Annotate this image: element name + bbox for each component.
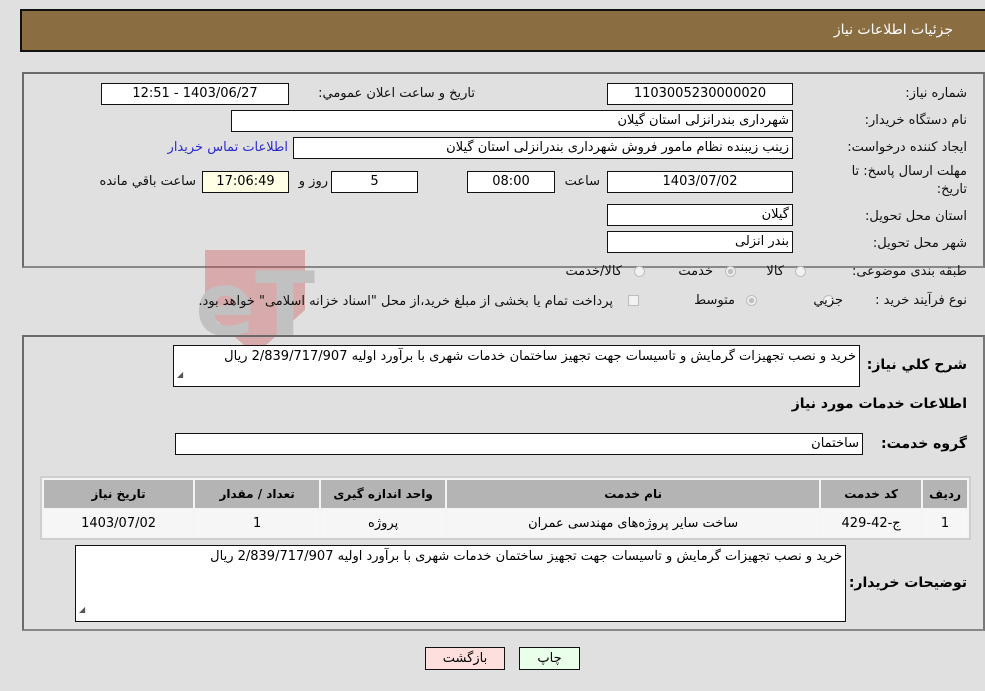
cell-row-number: 1: [923, 510, 967, 536]
services-table-wrap: ردیف کد خدمت نام خدمت واحد اندازه گیری ت…: [38, 476, 971, 540]
deadline-label-line1: مهلت ارسال پاسخ: تا: [851, 164, 967, 179]
col-service-code: کد خدمت: [821, 480, 922, 508]
page-header: جزئیات اطلاعات نیاز: [20, 9, 985, 52]
category-option-service: خدمت: [678, 264, 713, 279]
cell-quantity: 1: [195, 510, 320, 536]
buyer-org-label: نام دستگاه خریدار:: [864, 113, 967, 128]
purchase-type-option-medium: متوسط: [694, 293, 735, 308]
print-button[interactable]: چاپ: [519, 647, 580, 670]
category-label: طبقه بندی موضوعی:: [851, 264, 967, 279]
delivery-province-field: گیلان: [607, 204, 793, 226]
announce-datetime-field: 1403/06/27 - 12:51: [101, 83, 289, 105]
table-header-row: ردیف کد خدمت نام خدمت واحد اندازه گیری ت…: [44, 480, 967, 508]
deadline-time-field: 08:00: [467, 171, 555, 193]
service-group-label: گروه خدمت:: [881, 436, 967, 452]
purchase-type-radio-medium[interactable]: [746, 295, 757, 306]
service-group-field: ساختمان: [175, 433, 863, 455]
buyer-notes-textarea[interactable]: خرید و نصب تجهیزات گرمایش و تاسیسات جهت …: [75, 545, 846, 622]
col-service-name: نام خدمت: [447, 480, 820, 508]
back-button[interactable]: بازگشت: [425, 647, 505, 670]
remaining-time-field: 17:06:49: [202, 171, 289, 193]
announce-datetime-label: تاریخ و ساعت اعلان عمومي:: [318, 86, 475, 101]
col-unit: واحد اندازه گیری: [321, 480, 446, 508]
remaining-days-label: روز و: [298, 174, 328, 189]
resize-grip-icon[interactable]: ◢: [79, 601, 85, 619]
requester-field: زینب زیبنده نظام مامور فروش شهرداری بندر…: [293, 137, 793, 159]
summary-text: خرید و نصب تجهیزات گرمایش و تاسیسات جهت …: [224, 349, 856, 364]
resize-grip-icon[interactable]: ◢: [177, 366, 183, 384]
buyer-notes-label: توضیحات خریدار:: [848, 575, 967, 591]
cell-service-name: ساخت سایر پروژه‌های مهندسی عمران: [447, 510, 820, 536]
summary-label: شرح کلي نیاز:: [866, 357, 967, 373]
col-row-number: ردیف: [923, 480, 967, 508]
treasury-checkbox[interactable]: [628, 295, 639, 306]
need-number-label: شماره نیاز:: [905, 86, 967, 101]
deadline-time-label: ساعت: [564, 174, 600, 189]
category-option-goods-service: کالا/خدمت: [565, 264, 622, 279]
need-number-field: 1103005230000020: [607, 83, 793, 105]
deadline-label-line2: تاریخ:: [936, 182, 967, 197]
category-option-goods: کالا: [766, 264, 784, 279]
services-table: ردیف کد خدمت نام خدمت واحد اندازه گیری ت…: [40, 476, 971, 540]
category-radio-goods-service[interactable]: [634, 266, 645, 277]
remaining-days-field: 5: [331, 171, 418, 193]
buyer-contact-link[interactable]: اطلاعات تماس خریدار: [168, 140, 288, 155]
buyer-notes-text: خرید و نصب تجهیزات گرمایش و تاسیسات جهت …: [210, 549, 842, 564]
col-quantity: تعداد / مقدار: [195, 480, 320, 508]
buyer-org-field: شهرداری بندرانزلی استان گیلان: [231, 110, 793, 132]
page-title: جزئیات اطلاعات نیاز: [833, 22, 953, 38]
purchase-type-label: نوع فرآیند خرید :: [875, 293, 967, 308]
delivery-province-label: استان محل تحویل:: [865, 209, 967, 224]
cell-unit: پروژه: [321, 510, 446, 536]
col-need-date: تاریخ نیاز: [44, 480, 194, 508]
delivery-city-label: شهر محل تحویل:: [872, 236, 967, 251]
cell-need-date: 1403/07/02: [44, 510, 194, 536]
category-radio-goods[interactable]: [795, 266, 806, 277]
remaining-time-label: ساعت باقي مانده: [99, 174, 196, 189]
cell-service-code: ج-42-429: [821, 510, 922, 536]
delivery-city-field: بندر انزلی: [607, 231, 793, 253]
treasury-checkbox-label: پرداخت تمام یا بخشی از مبلغ خرید،از محل …: [198, 294, 613, 309]
purchase-type-option-minor: جزيي: [813, 293, 843, 308]
category-radio-service[interactable]: [725, 266, 736, 277]
table-row: 1 ج-42-429 ساخت سایر پروژه‌های مهندسی عم…: [44, 510, 967, 536]
requester-label: ایجاد کننده درخواست:: [847, 140, 967, 155]
summary-textarea[interactable]: خرید و نصب تجهیزات گرمایش و تاسیسات جهت …: [173, 345, 860, 387]
services-heading: اطلاعات خدمات مورد نیاز: [791, 396, 967, 412]
deadline-date-field: 1403/07/02: [607, 171, 793, 193]
